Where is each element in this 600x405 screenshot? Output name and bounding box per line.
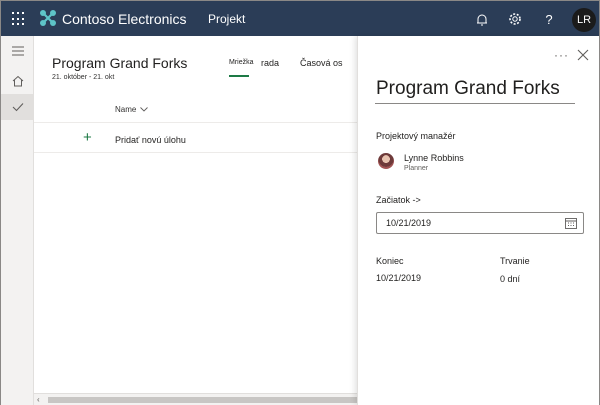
brand-name[interactable]: Contoso Electronics: [62, 11, 187, 27]
start-date-field[interactable]: 10/21/2019: [376, 212, 584, 234]
close-icon[interactable]: [576, 48, 590, 62]
manager-name[interactable]: Lynne Robbins: [404, 153, 464, 163]
scroll-left-arrow-icon[interactable]: ‹: [37, 395, 40, 404]
horizontal-scrollbar[interactable]: ‹: [34, 393, 357, 405]
start-date-value: 10/21/2019: [386, 218, 432, 228]
add-task-plus-icon[interactable]: +: [83, 130, 92, 145]
waffle-icon[interactable]: [12, 12, 26, 26]
chevron-down-icon: [140, 107, 149, 112]
home-icon[interactable]: [1, 68, 34, 94]
top-bar: Contoso Electronics Projekt ? LR: [0, 0, 600, 36]
contoso-logo-icon: [40, 10, 56, 26]
plan-main-area: Program Grand Forks 21. október - 21. ok…: [34, 36, 357, 405]
add-task-button[interactable]: Pridať novú úlohu: [115, 135, 186, 145]
help-icon[interactable]: ?: [540, 10, 558, 28]
duration-label: Trvanie: [500, 256, 530, 266]
plan-title: Program Grand Forks: [52, 55, 188, 71]
start-date-label: Začiatok ->: [376, 195, 421, 205]
scrollbar-thumb[interactable]: [48, 397, 357, 403]
more-options-icon[interactable]: ···: [554, 48, 569, 62]
tab-grid[interactable]: Mriežka: [229, 59, 254, 66]
user-avatar[interactable]: LR: [572, 8, 596, 32]
bell-icon[interactable]: [473, 10, 491, 28]
active-tab-indicator: [229, 75, 249, 77]
project-manager-label: Projektový manažér: [376, 131, 456, 141]
left-rail: [0, 36, 34, 405]
row-divider: [34, 152, 357, 153]
project-details-panel: ··· Program Grand Forks Projektový manaž…: [357, 36, 600, 405]
column-header-label: Name: [115, 105, 137, 114]
duration-value: 0 dní: [500, 274, 521, 284]
app-name[interactable]: Projekt: [208, 12, 245, 26]
end-date-value: 10/21/2019: [376, 273, 422, 283]
tab-board[interactable]: rada: [261, 58, 279, 68]
column-header-name[interactable]: Name: [115, 105, 149, 114]
gear-icon[interactable]: [506, 10, 524, 28]
header-divider: [34, 122, 357, 123]
end-date-label: Koniec: [376, 256, 404, 266]
manager-avatar: [378, 153, 394, 169]
panel-title[interactable]: Program Grand Forks: [376, 78, 560, 100]
panel-title-underline: [375, 103, 575, 104]
tab-timeline[interactable]: Časová os: [300, 58, 343, 68]
my-tasks-check-icon[interactable]: [1, 94, 34, 120]
calendar-icon[interactable]: [565, 217, 577, 229]
manager-source: Planner: [404, 165, 429, 172]
hamburger-menu-icon[interactable]: [1, 38, 34, 64]
plan-dates: 21. október - 21. okt: [52, 74, 115, 81]
